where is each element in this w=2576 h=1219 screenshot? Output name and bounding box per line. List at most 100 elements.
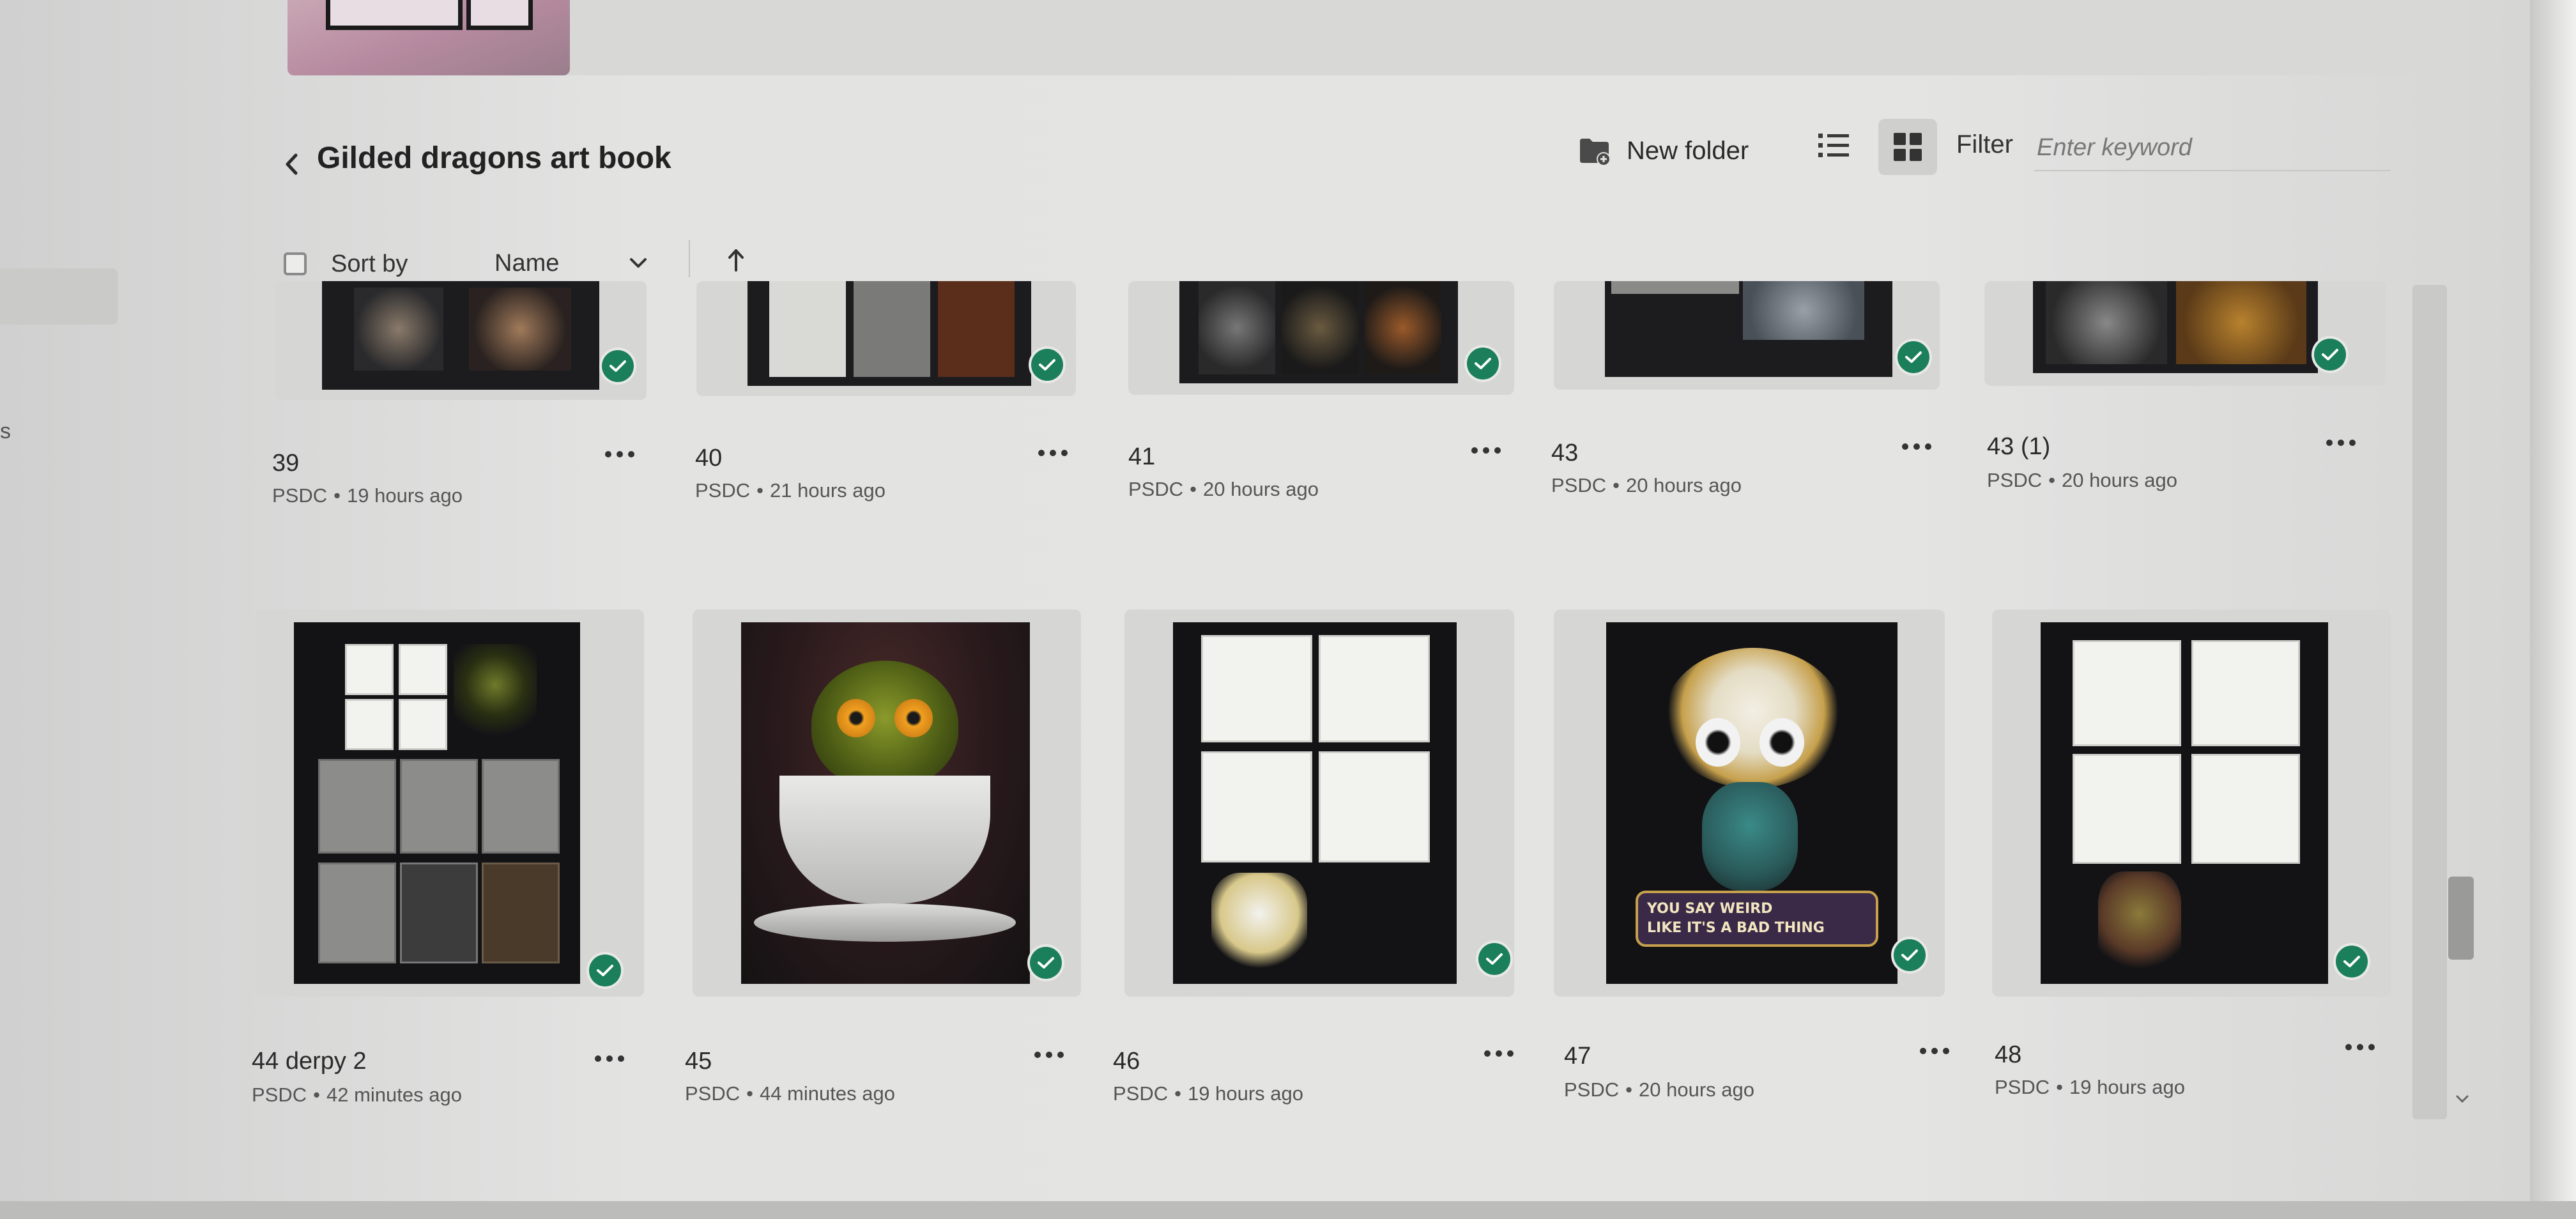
file-card[interactable]: YOU SAY WEIRD LIKE IT'S A BAD THING 47 P… (1537, 610, 1959, 1121)
list-view-button[interactable] (1813, 125, 1854, 166)
file-owner: PSDC (272, 484, 328, 507)
artwork-panel (938, 281, 1015, 377)
more-options-button[interactable] (1915, 1041, 1954, 1061)
file-modified: 19 hours ago (1188, 1082, 1303, 1105)
more-options-button[interactable] (1030, 1045, 1068, 1064)
artwork-saucer (754, 903, 1016, 942)
file-card[interactable]: 48 PSDC • 19 hours ago (1965, 610, 2400, 1121)
meta-separator: • (1613, 474, 1620, 496)
more-options-button[interactable] (2322, 433, 2360, 452)
app-window: s Gilded dragons art book New folder Fil… (0, 0, 2530, 1219)
file-card[interactable]: 46 PSDC • 19 hours ago (1109, 610, 1531, 1121)
previous-row-strip (288, 0, 2428, 75)
file-owner: PSDC (1995, 1076, 2050, 1098)
file-modified: 21 hours ago (770, 479, 885, 502)
file-meta: PSDC • 19 hours ago (1995, 1076, 2185, 1099)
screen-bezel (2530, 0, 2576, 1219)
artwork-panel (854, 281, 930, 377)
file-meta: PSDC • 19 hours ago (1113, 1082, 1303, 1105)
more-options-button[interactable] (1480, 1044, 1518, 1063)
file-meta: PSDC • 20 hours ago (1551, 474, 1742, 497)
ellipsis-icon (605, 451, 634, 457)
synced-check-icon (2336, 946, 2368, 977)
artwork-panel (2073, 754, 2181, 864)
more-options-button[interactable] (2341, 1038, 2379, 1057)
file-owner: PSDC (1564, 1078, 1620, 1101)
file-owner: PSDC (685, 1082, 740, 1105)
artwork-dragon (2098, 871, 2181, 977)
artwork-panel (769, 281, 846, 377)
thumbnail-frame (326, 0, 463, 30)
file-owner: PSDC (1987, 469, 2043, 491)
file-card[interactable]: 44 derpy 2 PSDC • 42 minutes ago (243, 610, 664, 1121)
artwork-panel (345, 644, 394, 695)
synced-check-icon (589, 954, 621, 986)
artwork-panel (469, 288, 571, 371)
artwork-image (2033, 281, 2318, 373)
artwork-panel (345, 699, 394, 750)
artwork-panel (1282, 281, 1358, 374)
file-owner: PSDC (1113, 1082, 1169, 1105)
synced-check-icon (1467, 348, 1499, 379)
file-card[interactable]: 40 PSDC • 21 hours ago (677, 281, 1099, 511)
folder-add-icon (1580, 139, 1611, 166)
scrollbar-track[interactable] (2412, 285, 2447, 1119)
ellipsis-icon (2345, 1044, 2375, 1050)
grid-view-icon (1894, 133, 1922, 161)
file-card[interactable]: 41 PSDC • 20 hours ago (1109, 281, 1531, 511)
sort-field-dropdown[interactable]: Name (494, 245, 648, 281)
artwork-dragon (454, 644, 537, 746)
file-meta: PSDC • 44 minutes ago (685, 1082, 895, 1105)
grid-view-button[interactable] (1878, 119, 1937, 175)
scroll-down-button[interactable] (2451, 1087, 2474, 1110)
meta-separator: • (2056, 1076, 2063, 1098)
back-button[interactable] (280, 148, 303, 180)
more-options-button[interactable] (1897, 437, 1936, 456)
artwork-dragon (1211, 873, 1307, 975)
select-all-checkbox[interactable] (284, 252, 307, 275)
more-options-button[interactable] (1467, 441, 1505, 460)
artwork-caption-line: LIKE IT'S A BAD THING (1647, 920, 1825, 936)
file-card[interactable]: 43 PSDC • 20 hours ago (1537, 281, 1959, 511)
file-card[interactable]: 45 PSDC • 44 minutes ago (677, 610, 1099, 1121)
file-thumbnail (1984, 281, 2386, 386)
sidebar-selected-item[interactable] (0, 268, 118, 325)
new-folder-button[interactable]: New folder (1578, 130, 1749, 171)
artwork-eye (1759, 718, 1804, 767)
more-options-button[interactable] (601, 445, 639, 464)
artwork-image (1173, 622, 1457, 984)
file-thumbnail (275, 281, 647, 400)
ellipsis-icon (1902, 443, 1931, 450)
artwork-panel (318, 759, 396, 854)
file-thumbnail (1554, 281, 1940, 390)
file-owner: PSDC (1551, 474, 1607, 496)
ellipsis-icon (1471, 447, 1501, 454)
artwork-panel (1201, 635, 1312, 742)
more-options-button[interactable] (1034, 443, 1072, 463)
synced-check-icon (1031, 349, 1063, 381)
file-name: 41 (1128, 443, 1156, 470)
previous-file-thumbnail[interactable] (288, 0, 570, 75)
artwork-caption-line: YOU SAY WEIRD (1647, 901, 1773, 917)
artwork-eye (837, 699, 875, 737)
screen-bezel (0, 1201, 2576, 1219)
artwork-cup (779, 776, 990, 903)
file-card[interactable]: 43 (1) PSDC • 20 hours ago (1965, 281, 2400, 511)
artwork-panel (2176, 281, 2306, 364)
file-card[interactable]: 39 PSDC • 19 hours ago (243, 281, 664, 511)
file-modified: 44 minutes ago (760, 1082, 895, 1105)
more-options-button[interactable] (590, 1049, 629, 1068)
filter-input[interactable] (2034, 125, 2391, 171)
artwork-panel (318, 862, 396, 963)
artwork-panel (354, 288, 443, 371)
file-thumbnail: YOU SAY WEIRD LIKE IT'S A BAD THING (1554, 610, 1945, 997)
file-name: 48 (1995, 1041, 2022, 1068)
file-meta: PSDC • 20 hours ago (1128, 478, 1319, 501)
artwork-dragon-body (1702, 782, 1798, 891)
file-thumbnail (1124, 610, 1514, 997)
ellipsis-icon (1034, 1052, 1064, 1058)
artwork-panel (1365, 281, 1441, 374)
scrollbar-thumb[interactable] (2448, 877, 2474, 960)
sort-direction-button[interactable] (722, 244, 750, 276)
file-modified: 20 hours ago (1626, 474, 1742, 496)
